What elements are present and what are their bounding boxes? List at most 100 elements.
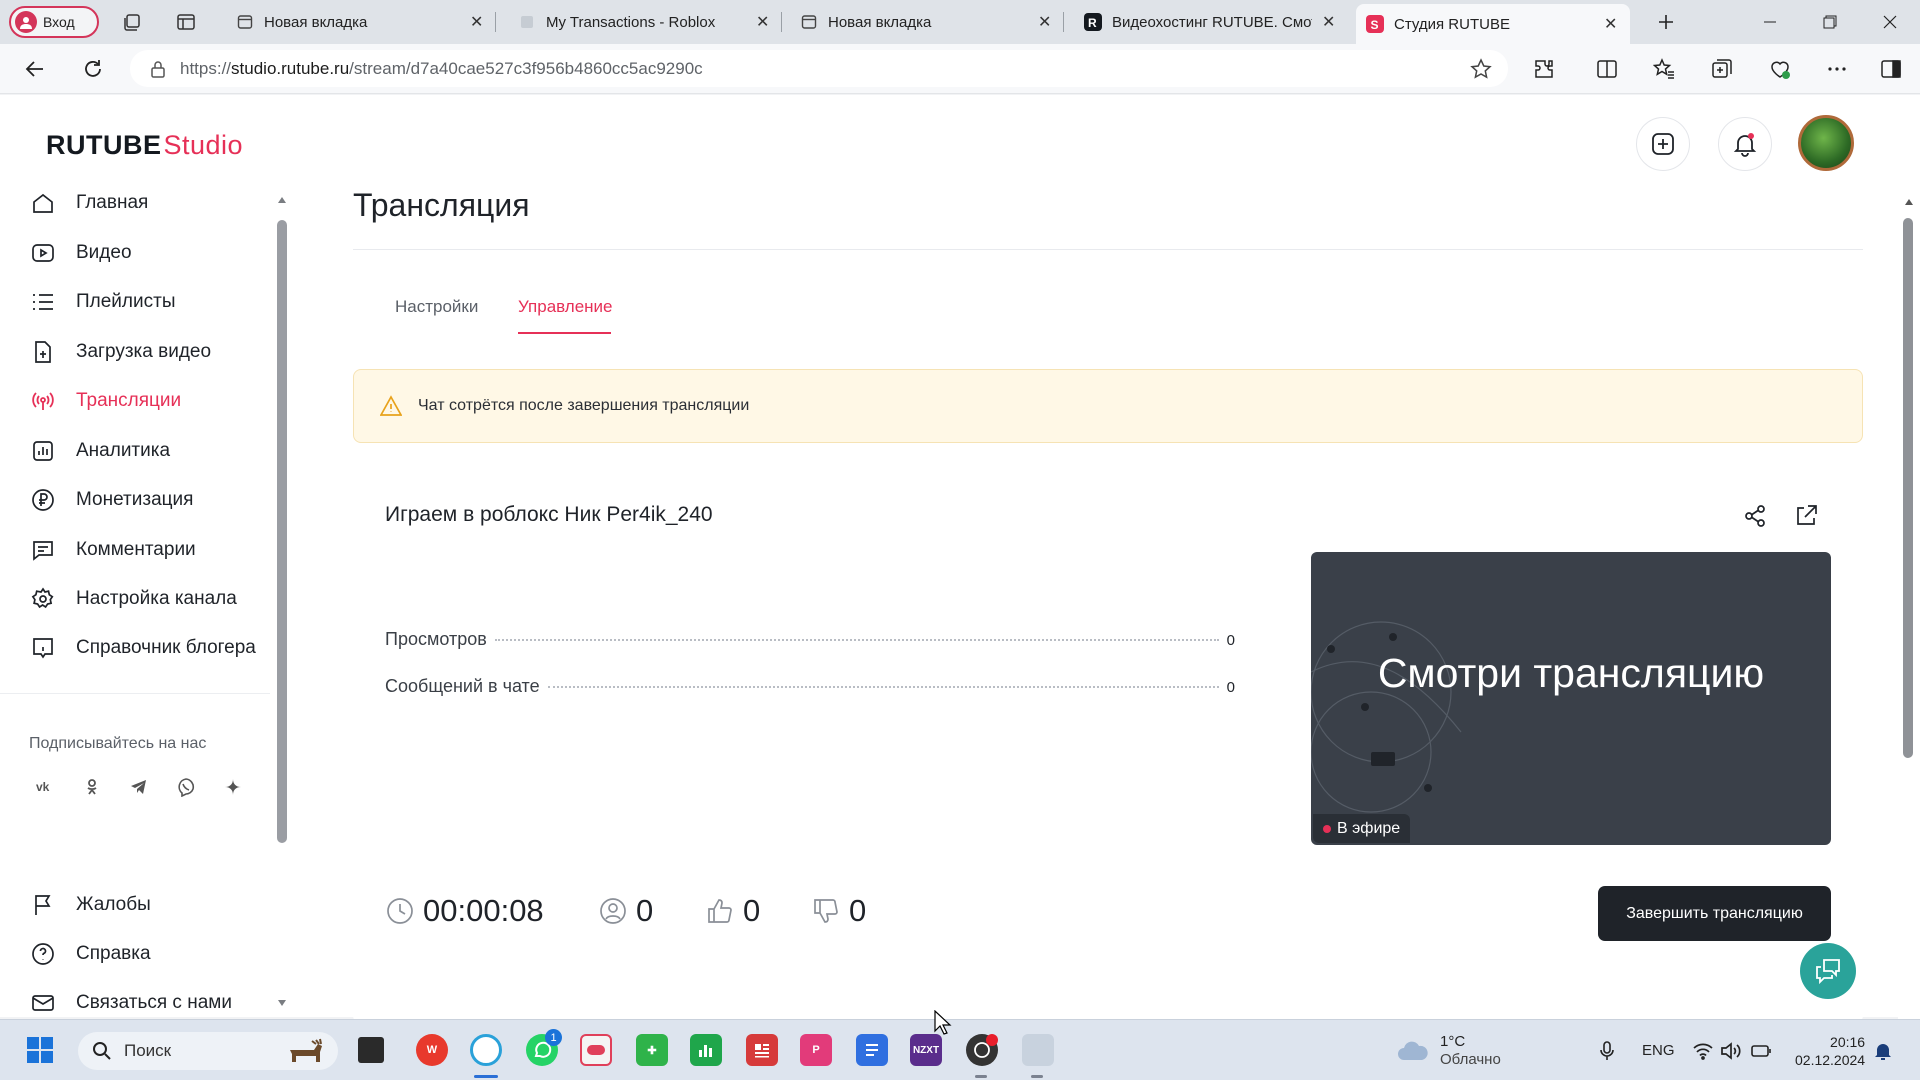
- chat-warning-alert: Чат сотрётся после завершения трансляции: [353, 369, 1863, 443]
- performance-icon[interactable]: [1767, 56, 1793, 82]
- support-chat-button[interactable]: [1800, 943, 1856, 999]
- close-tab-icon[interactable]: ✕: [470, 12, 486, 32]
- collections-icon[interactable]: [1709, 56, 1735, 82]
- comment-icon: [30, 537, 56, 563]
- sidebar-item-video[interactable]: Видео: [30, 233, 132, 273]
- stream-preview[interactable]: Смотри трансляцию В эфире: [1311, 552, 1831, 845]
- alert-text: Чат сотрётся после завершения трансляции: [418, 397, 750, 414]
- user-avatar[interactable]: [1798, 115, 1854, 171]
- browser-tab-roblox[interactable]: My Transactions - Roblox ✕: [508, 4, 782, 40]
- back-arrow-icon[interactable]: [22, 56, 48, 82]
- tab-settings[interactable]: Настройки: [395, 297, 478, 317]
- sidebar-item-monetization[interactable]: Монетизация: [30, 480, 193, 520]
- restore-icon[interactable]: [1815, 8, 1845, 36]
- dislikes-value: 0: [849, 893, 867, 928]
- wifi-icon[interactable]: [1692, 1020, 1714, 1080]
- sidebar-item-analytics[interactable]: Аналитика: [30, 431, 170, 471]
- dzen-icon[interactable]: [216, 770, 250, 804]
- stream-tabs: Настройки Управление: [353, 280, 1863, 336]
- end-stream-button[interactable]: Завершить трансляцию: [1598, 886, 1831, 941]
- svg-text:R: R: [1088, 16, 1097, 30]
- windows-taskbar: Поиск W 1 ✚ P NZXT 1°C Облачно ENG 20:16…: [0, 1019, 1920, 1080]
- page-scrollbar[interactable]: [1898, 190, 1920, 1080]
- collections-icon[interactable]: [120, 10, 144, 34]
- vk-icon[interactable]: vk: [28, 770, 62, 804]
- close-tab-icon[interactable]: ✕: [1038, 12, 1054, 32]
- volume-icon[interactable]: [1720, 1020, 1742, 1080]
- taskbar-search[interactable]: Поиск: [78, 1032, 338, 1070]
- extensions-icon[interactable]: [1531, 56, 1557, 82]
- sidebar-item-home[interactable]: Главная: [30, 183, 148, 223]
- gallery-icon[interactable]: ✚: [636, 1034, 668, 1066]
- tab-actions-icon[interactable]: [174, 10, 198, 34]
- browser-tab-newtab-2[interactable]: Новая вкладка ✕: [790, 4, 1064, 40]
- docs-app-icon[interactable]: [856, 1034, 888, 1066]
- url-bar[interactable]: https://studio.rutube.ru/stream/d7a40cae…: [130, 50, 1508, 87]
- edge-browser-icon[interactable]: [470, 1034, 502, 1066]
- close-tab-icon[interactable]: ✕: [1322, 12, 1338, 32]
- metric-duration: 00:00:08: [385, 893, 544, 929]
- close-tab-icon[interactable]: ✕: [1604, 14, 1620, 34]
- wps-office-icon[interactable]: W: [416, 1034, 448, 1066]
- new-tab-icon[interactable]: [1654, 10, 1678, 34]
- minimize-icon[interactable]: [1755, 8, 1785, 36]
- microphone-icon[interactable]: [1599, 1020, 1615, 1080]
- more-menu-icon[interactable]: [1824, 56, 1850, 82]
- split-screen-icon[interactable]: [1594, 56, 1620, 82]
- page-title: Трансляция: [353, 187, 530, 223]
- sidebar-toggle-icon[interactable]: [1878, 56, 1904, 82]
- open-external-icon[interactable]: [1793, 503, 1821, 531]
- whatsapp-badge: 1: [545, 1029, 562, 1046]
- game-launcher-icon[interactable]: [580, 1034, 612, 1066]
- sidebar-divider: [0, 693, 270, 694]
- news-app-icon[interactable]: [746, 1034, 778, 1066]
- lock-icon[interactable]: [150, 60, 166, 78]
- sidebar-item-broadcasts[interactable]: Трансляции: [30, 381, 181, 421]
- charts-app-icon[interactable]: [690, 1034, 722, 1066]
- tab-management[interactable]: Управление: [518, 297, 613, 317]
- notification-bell-icon[interactable]: [1874, 1020, 1892, 1080]
- running-indicator: [1031, 1075, 1043, 1078]
- sidebar-item-complaints[interactable]: Жалобы: [30, 885, 151, 925]
- sidebar-item-blogger-guide[interactable]: Справочник блогера: [30, 628, 256, 668]
- profile-button[interactable]: Вход: [9, 6, 99, 38]
- language-indicator[interactable]: ENG: [1642, 1020, 1675, 1080]
- sidebar-item-label: Настройка канала: [76, 588, 237, 609]
- close-tab-icon[interactable]: ✕: [756, 12, 772, 32]
- unknown-app-icon[interactable]: [1022, 1034, 1054, 1066]
- browser-tab-newtab-1[interactable]: Новая вкладка ✕: [226, 4, 496, 40]
- task-view-icon[interactable]: [358, 1037, 384, 1063]
- sidebar-scroll-thumb[interactable]: [277, 220, 287, 843]
- close-window-icon[interactable]: [1875, 8, 1905, 36]
- studio-page: RUTUBE Studio Главная Видео Плейлисты Заг…: [0, 95, 1920, 1080]
- sidebar-item-playlists[interactable]: Плейлисты: [30, 282, 175, 322]
- windows-start-icon[interactable]: [24, 1034, 56, 1066]
- share-icon[interactable]: [1742, 503, 1770, 531]
- notifications-button[interactable]: [1718, 117, 1772, 171]
- sidebar-item-comments[interactable]: Комментарии: [30, 530, 196, 570]
- tab-title: Новая вкладка: [264, 13, 368, 31]
- sidebar-item-upload[interactable]: Загрузка видео: [30, 332, 211, 372]
- nzxt-cam-icon[interactable]: NZXT: [910, 1034, 942, 1066]
- add-content-button[interactable]: [1636, 117, 1690, 171]
- viber-icon[interactable]: [169, 770, 203, 804]
- sidebar-item-channel-settings[interactable]: Настройка канала: [30, 579, 237, 619]
- favorite-star-icon[interactable]: [1470, 58, 1492, 80]
- stream-card: Играем в роблокс Ник Per4ik_240 Просмотр…: [353, 473, 1863, 954]
- battery-icon[interactable]: [1750, 1020, 1772, 1080]
- browser-tab-studio-active[interactable]: S Студия RUTUBE ✕: [1356, 4, 1630, 44]
- page-scroll-thumb[interactable]: [1903, 218, 1913, 758]
- weather-widget[interactable]: 1°C Облачно: [1396, 1020, 1501, 1080]
- telegram-icon[interactable]: [122, 770, 156, 804]
- sidebar-item-contact[interactable]: Связаться с нами: [30, 983, 232, 1023]
- sidebar-item-help[interactable]: Справка: [30, 934, 151, 974]
- viewer-icon: [600, 898, 626, 924]
- pycharm-like-icon[interactable]: P: [800, 1034, 832, 1066]
- refresh-icon[interactable]: [80, 56, 106, 82]
- odnoklassniki-icon[interactable]: [75, 770, 109, 804]
- browser-tab-rutube[interactable]: R Видеохостинг RUTUBE. Смотр ✕: [1074, 4, 1348, 40]
- favorites-icon[interactable]: [1651, 56, 1677, 82]
- clock[interactable]: 20:16 02.12.2024: [1795, 1020, 1865, 1080]
- rutube-studio-logo[interactable]: RUTUBE Studio: [46, 125, 243, 161]
- weather-desc: Облачно: [1440, 1050, 1501, 1068]
